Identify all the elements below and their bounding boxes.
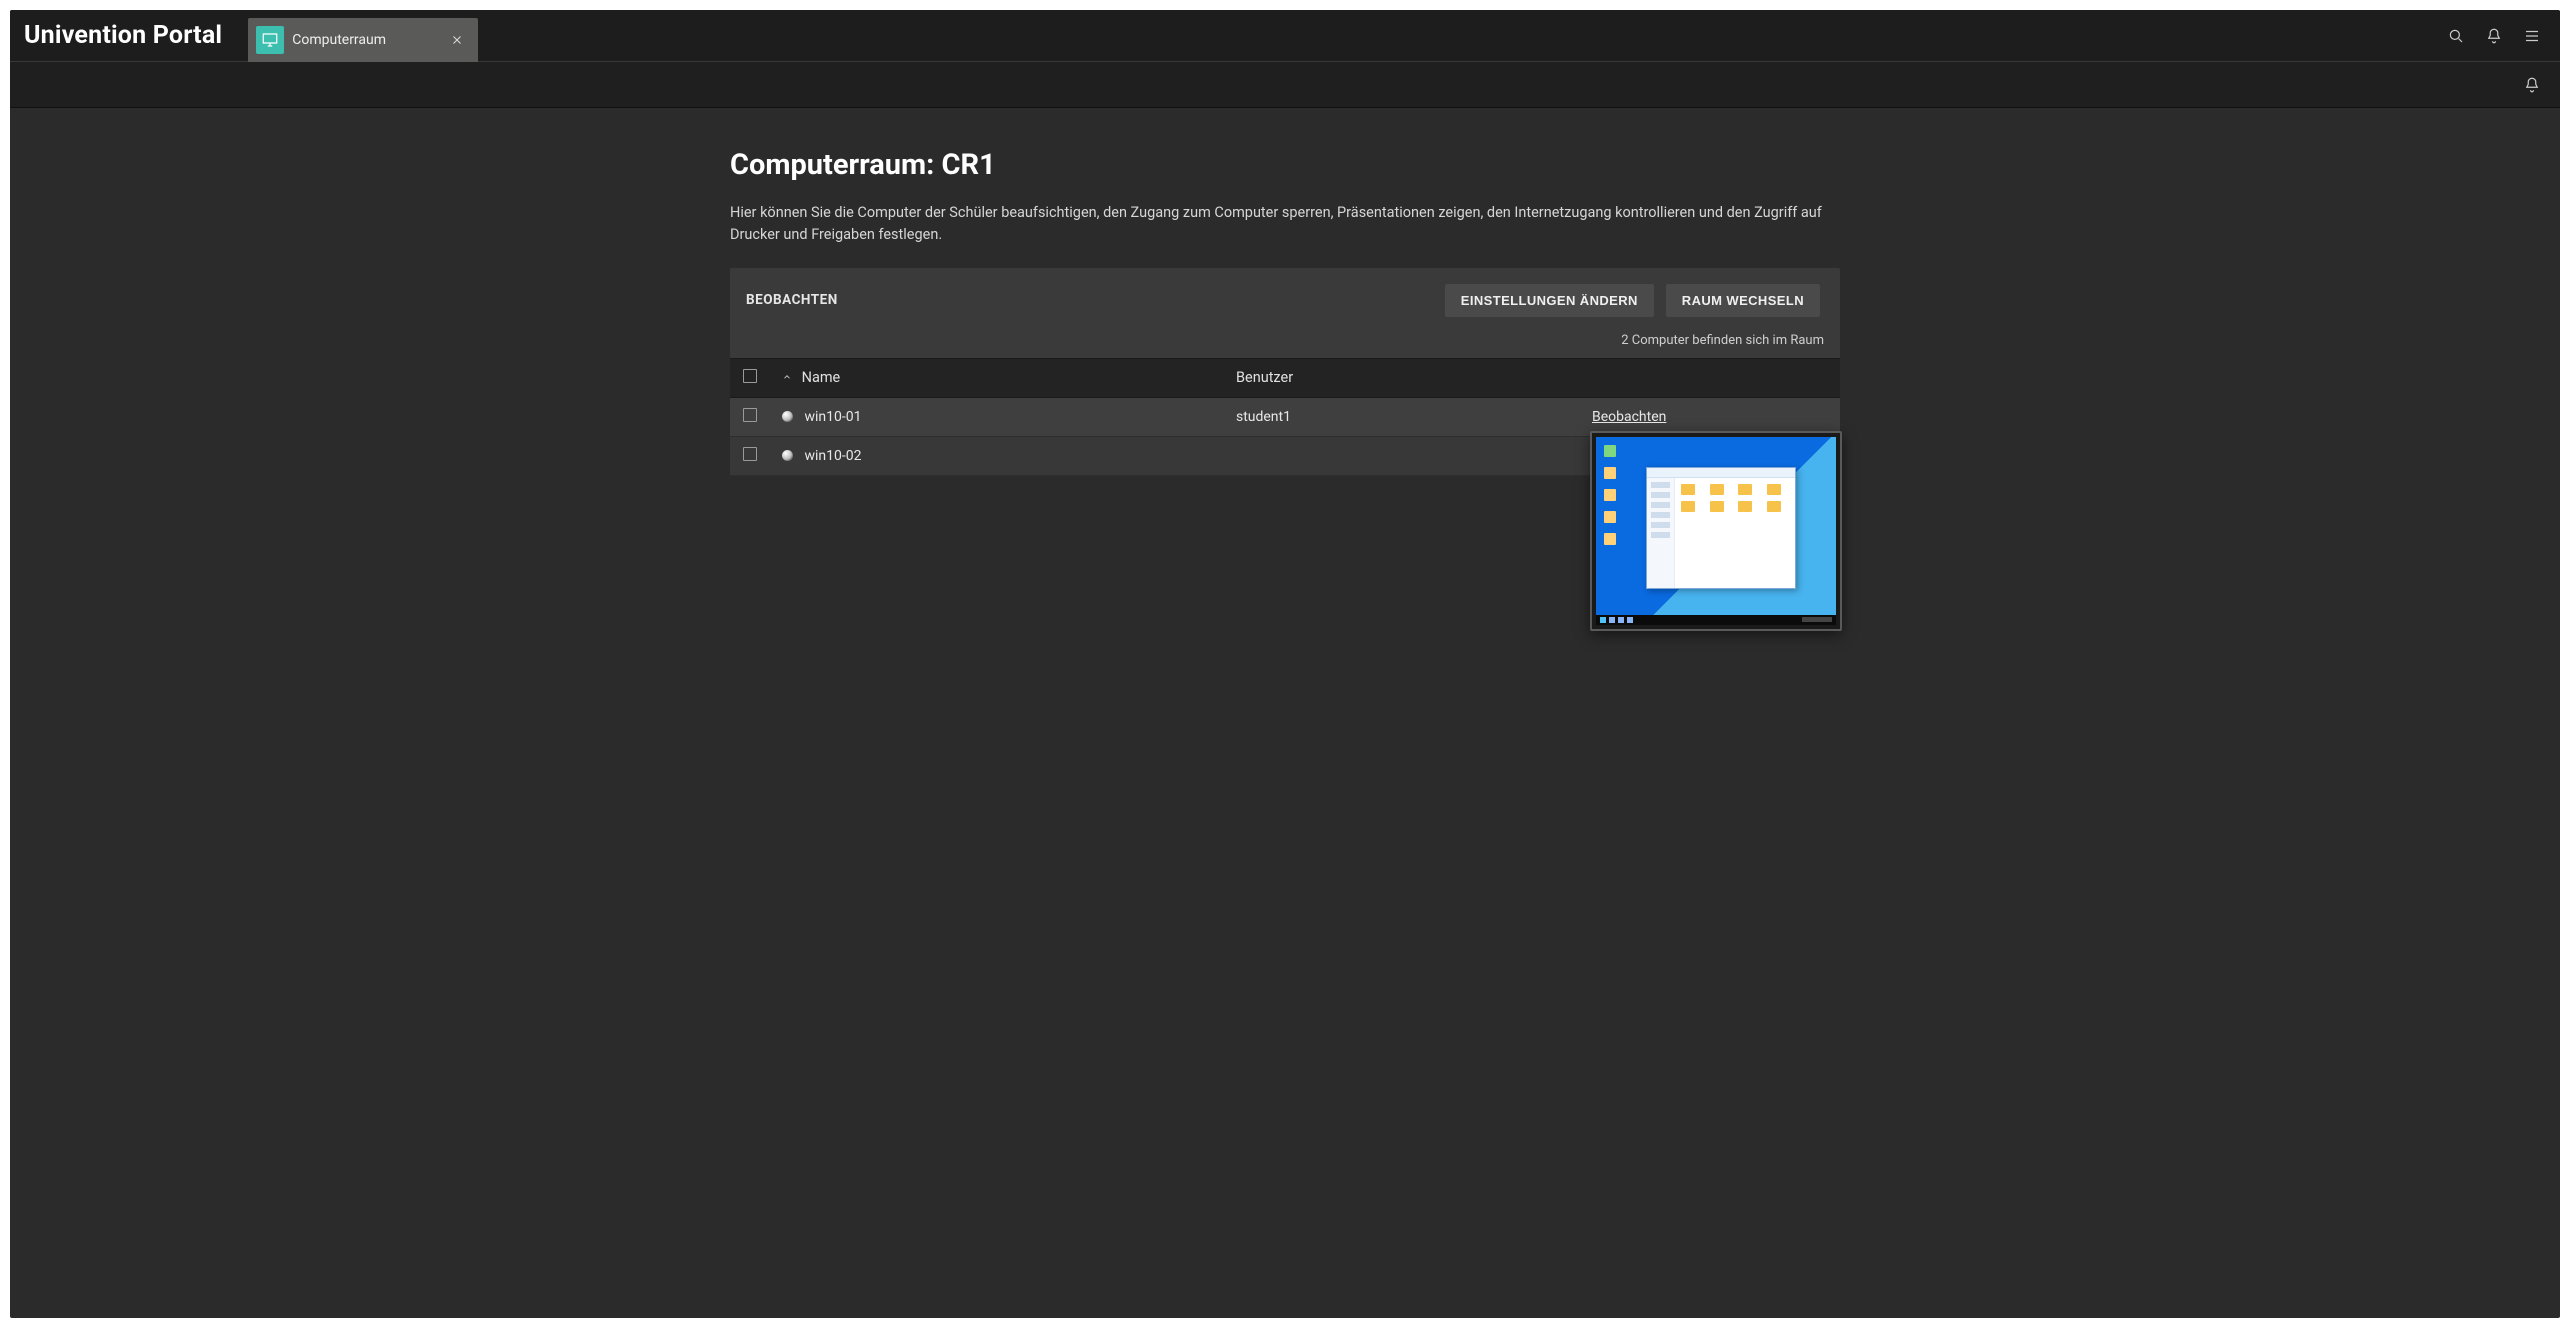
explorer-window-icon <box>1646 467 1796 589</box>
monitor-icon <box>256 26 284 54</box>
thumbnail-desktop <box>1596 437 1836 625</box>
brand-title: Univention Portal <box>24 21 222 50</box>
observe-link[interactable]: Beobachten <box>1592 409 1666 425</box>
select-all-header <box>730 358 770 397</box>
subheader <box>10 62 2560 108</box>
topbar-actions <box>2446 26 2546 46</box>
bell-icon[interactable] <box>2522 75 2542 95</box>
panel-header: BEOBACHTEN EINSTELLUNGEN ÄNDERN RAUM WEC… <box>730 268 1840 333</box>
bell-icon[interactable] <box>2484 26 2504 46</box>
topbar: Univention Portal Computerraum <box>10 10 2560 62</box>
status-dot-icon <box>782 450 793 461</box>
screen-thumbnail[interactable] <box>1590 431 1842 631</box>
select-all-checkbox[interactable] <box>743 369 757 383</box>
page-description: Hier können Sie die Computer der Schüler… <box>730 202 1830 246</box>
desktop-icons <box>1604 445 1616 545</box>
row-checkbox[interactable] <box>743 447 757 461</box>
menu-icon[interactable] <box>2522 26 2542 46</box>
tab-computerraum[interactable]: Computerraum <box>248 18 478 62</box>
settings-button[interactable]: EINSTELLUNGEN ÄNDERN <box>1445 284 1654 317</box>
close-icon[interactable] <box>448 31 466 49</box>
cell-user: student1 <box>1224 397 1580 436</box>
page-title: Computerraum: CR1 <box>730 148 1840 182</box>
switch-room-button[interactable]: RAUM WECHSELN <box>1666 284 1820 317</box>
computer-name: win10-02 <box>804 448 861 464</box>
row-checkbox[interactable] <box>743 408 757 422</box>
thumbnail-taskbar <box>1596 615 1836 625</box>
tab-label: Computerraum <box>292 32 440 48</box>
computer-name: win10-01 <box>804 409 861 425</box>
panel-subtext: 2 Computer befinden sich im Raum <box>730 333 1840 358</box>
panel-title: BEOBACHTEN <box>746 292 1433 308</box>
chevron-up-icon <box>782 369 792 386</box>
cell-name: win10-02 <box>770 436 1224 475</box>
column-user-label: Benutzer <box>1236 369 1293 386</box>
cell-name: win10-01 <box>770 397 1224 436</box>
column-action <box>1580 358 1840 397</box>
content-area: Computerraum: CR1 Hier können Sie die Co… <box>10 108 2560 1318</box>
status-dot-icon <box>782 411 793 422</box>
cell-user <box>1224 436 1580 475</box>
search-icon[interactable] <box>2446 26 2466 46</box>
column-name-label: Name <box>802 369 841 386</box>
column-user[interactable]: Benutzer <box>1224 358 1580 397</box>
column-name[interactable]: Name <box>770 358 1224 397</box>
